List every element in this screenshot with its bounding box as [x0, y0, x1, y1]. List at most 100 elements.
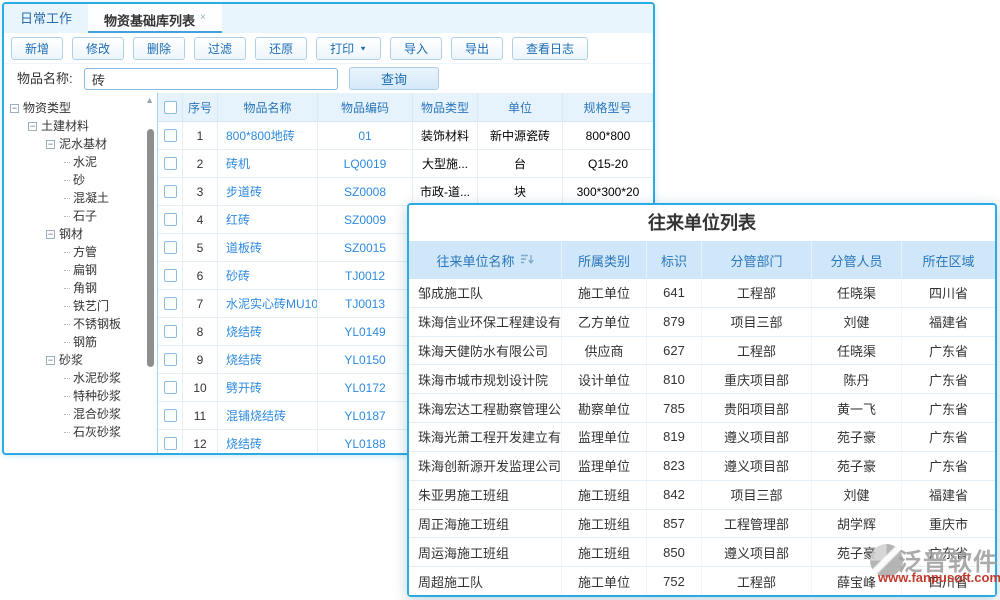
column-header[interactable]: 所在区域 — [902, 241, 995, 279]
tree-node-2[interactable]: −泥水基材 — [4, 135, 157, 153]
tab-daily-work[interactable]: 日常工作 — [4, 4, 88, 33]
collapse-icon[interactable]: − — [46, 356, 55, 365]
column-header[interactable]: 往来单位名称 — [409, 241, 562, 279]
cell-item-name[interactable]: 混铺烧结砖 — [218, 402, 318, 429]
tree-node-11[interactable]: 铁艺门 — [4, 297, 157, 315]
cell-item-name[interactable]: 步道砖 — [218, 178, 318, 205]
select-all-checkbox[interactable] — [164, 101, 177, 114]
cell-item-name[interactable]: 劈开砖 — [218, 374, 318, 401]
column-header[interactable]: 分管部门 — [702, 241, 812, 279]
restore-button[interactable]: 还原 — [255, 37, 307, 60]
cell-unit-name[interactable]: 珠海信业环保工程建设有限... — [409, 308, 562, 336]
print-button[interactable]: 打印▼ — [316, 37, 381, 60]
cell-person[interactable]: 胡学辉 — [812, 510, 902, 538]
row-checkbox[interactable] — [164, 381, 177, 394]
cell-item-code[interactable]: YL0172 — [318, 374, 413, 401]
cell-item-code[interactable]: SZ0015 — [318, 234, 413, 261]
cell-person[interactable]: 刘健 — [812, 481, 902, 509]
cell-item-code[interactable]: YL0187 — [318, 402, 413, 429]
tree-node-6[interactable]: 石子 — [4, 207, 157, 225]
delete-button[interactable]: 删除 — [133, 37, 185, 60]
cell-item-name[interactable]: 烧结砖 — [218, 318, 318, 345]
cell-unit-name[interactable]: 珠海天健防水有限公司 — [409, 337, 562, 365]
cell-unit-name[interactable]: 珠海创新源开发监理公司 — [409, 452, 562, 480]
row-checkbox[interactable] — [164, 269, 177, 282]
cell-item-name[interactable]: 800*800地砖 — [218, 122, 318, 149]
row-checkbox[interactable] — [164, 297, 177, 310]
tree-scrollbar-thumb[interactable] — [147, 129, 154, 367]
tree-node-10[interactable]: 角钢 — [4, 279, 157, 297]
table-row[interactable]: 1800*800地砖01装饰材料新中源瓷砖800*800 — [158, 122, 653, 150]
cell-item-code[interactable]: LQ0019 — [318, 150, 413, 177]
row-checkbox[interactable] — [164, 213, 177, 226]
cell-item-code[interactable]: YL0150 — [318, 346, 413, 373]
row-checkbox[interactable] — [164, 129, 177, 142]
cell-unit-name[interactable]: 周正海施工班组 — [409, 510, 562, 538]
export-button[interactable]: 导出 — [451, 37, 503, 60]
tree-node-16[interactable]: 特种砂浆 — [4, 387, 157, 405]
cell-unit-name[interactable]: 珠海市城市规划设计院 — [409, 365, 562, 393]
view-log-button[interactable]: 查看日志 — [512, 37, 588, 60]
cell-person[interactable]: 黄一飞 — [812, 394, 902, 422]
new-button[interactable]: 新增 — [11, 37, 63, 60]
item-name-input[interactable] — [84, 68, 338, 90]
contact-unit-row[interactable]: 珠海创新源开发监理公司监理单位823遵义项目部苑子豪广东省 — [409, 452, 995, 481]
cell-item-name[interactable]: 烧结砖 — [218, 346, 318, 373]
cell-item-code[interactable]: TJ0013 — [318, 290, 413, 317]
contact-unit-row[interactable]: 周正海施工班组施工班组857工程管理部胡学辉重庆市 — [409, 510, 995, 539]
row-checkbox[interactable] — [164, 353, 177, 366]
tree-node-15[interactable]: 水泥砂浆 — [4, 369, 157, 387]
filter-button[interactable]: 过滤 — [194, 37, 246, 60]
cell-person[interactable]: 陈丹 — [812, 365, 902, 393]
row-checkbox[interactable] — [164, 241, 177, 254]
cell-unit-name[interactable]: 朱亚男施工班组 — [409, 481, 562, 509]
row-checkbox[interactable] — [164, 437, 177, 450]
tree-node-3[interactable]: 水泥 — [4, 153, 157, 171]
cell-item-name[interactable]: 红砖 — [218, 206, 318, 233]
tree-node-7[interactable]: −钢材 — [4, 225, 157, 243]
collapse-icon[interactable]: − — [28, 122, 37, 131]
contact-unit-row[interactable]: 邹成施工队施工单位641工程部任晓渠四川省 — [409, 279, 995, 308]
tree-node-14[interactable]: −砂浆 — [4, 351, 157, 369]
contact-unit-row[interactable]: 珠海光萧工程开发建立有限...监理单位819遵义项目部苑子豪广东省 — [409, 423, 995, 452]
cell-item-name[interactable]: 水泥实心砖MU10 — [218, 290, 318, 317]
cell-person[interactable]: 苑子豪 — [812, 423, 902, 451]
cell-unit-name[interactable]: 周运海施工班组 — [409, 538, 562, 566]
cell-item-name[interactable]: 道板砖 — [218, 234, 318, 261]
table-row[interactable]: 3步道砖SZ0008市政-道...块300*300*20 — [158, 178, 653, 206]
cell-item-code[interactable]: SZ0009 — [318, 206, 413, 233]
column-header[interactable]: 分管人员 — [812, 241, 902, 279]
row-checkbox[interactable] — [164, 157, 177, 170]
tree-node-1[interactable]: −土建材料 — [4, 117, 157, 135]
table-row[interactable]: 2砖机LQ0019大型施...台Q15-20 — [158, 150, 653, 178]
column-header[interactable]: 所属类别 — [562, 241, 647, 279]
cell-item-code[interactable]: YL0149 — [318, 318, 413, 345]
tree-node-13[interactable]: 钢筋 — [4, 333, 157, 351]
cell-person[interactable]: 苑子豪 — [812, 452, 902, 480]
contact-unit-row[interactable]: 珠海宏达工程勘察管理公司勘察单位785贵阳项目部黄一飞广东省 — [409, 394, 995, 423]
close-icon[interactable]: × — [200, 12, 206, 23]
query-button[interactable]: 查询 — [349, 67, 439, 90]
row-checkbox[interactable] — [164, 185, 177, 198]
cell-unit-name[interactable]: 邹成施工队 — [409, 279, 562, 307]
tab-material-library[interactable]: 物资基础库列表× — [88, 4, 222, 33]
cell-unit-name[interactable]: 珠海宏达工程勘察管理公司 — [409, 394, 562, 422]
modify-button[interactable]: 修改 — [72, 37, 124, 60]
cell-item-code[interactable]: 01 — [318, 122, 413, 149]
tree-node-12[interactable]: 不锈钢板 — [4, 315, 157, 333]
scroll-up-icon[interactable]: ▲ — [145, 96, 154, 105]
tree-node-5[interactable]: 混凝土 — [4, 189, 157, 207]
contact-unit-row[interactable]: 珠海天健防水有限公司供应商627工程部任晓渠广东省 — [409, 337, 995, 366]
collapse-icon[interactable]: − — [10, 104, 19, 113]
contact-unit-row[interactable]: 珠海信业环保工程建设有限...乙方单位879项目三部刘健福建省 — [409, 308, 995, 337]
cell-item-code[interactable]: YL0188 — [318, 430, 413, 453]
cell-unit-name[interactable]: 珠海光萧工程开发建立有限... — [409, 423, 562, 451]
cell-item-code[interactable]: TJ0012 — [318, 262, 413, 289]
cell-item-name[interactable]: 烧结砖 — [218, 430, 318, 453]
cell-person[interactable]: 任晓渠 — [812, 279, 902, 307]
import-button[interactable]: 导入 — [390, 37, 442, 60]
column-header[interactable]: 标识 — [647, 241, 702, 279]
contact-unit-row[interactable]: 朱亚男施工班组施工班组842项目三部刘健福建省 — [409, 481, 995, 510]
row-checkbox[interactable] — [164, 325, 177, 338]
tree-node-18[interactable]: 石灰砂浆 — [4, 423, 157, 441]
